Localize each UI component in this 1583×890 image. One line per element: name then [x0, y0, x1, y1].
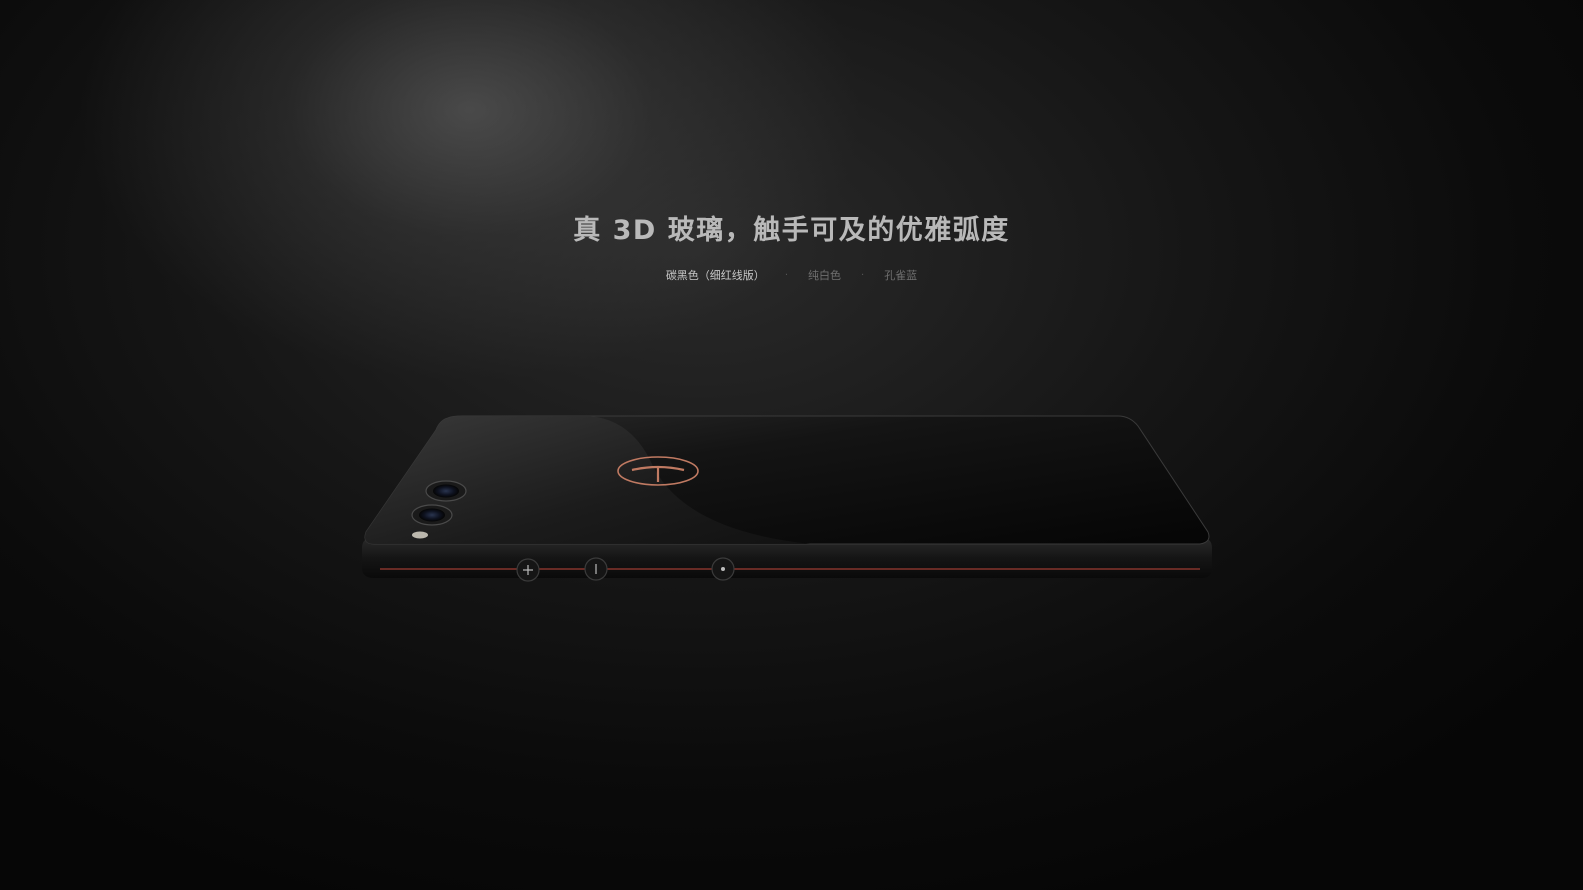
color-option-peacock-blue[interactable]: 孔雀蓝	[880, 265, 921, 285]
phone-illustration	[362, 415, 1212, 582]
headline: 真 3D 玻璃，触手可及的优雅弧度	[573, 215, 1010, 246]
volume-down-button	[584, 557, 608, 581]
color-selector: 碳黑色（细红线版） · 纯白色 · 孔雀蓝	[0, 265, 1583, 285]
phone-render	[340, 400, 1240, 600]
product-stage: 真 3D 玻璃，触手可及的优雅弧度 碳黑色（细红线版） · 纯白色 · 孔雀蓝	[0, 0, 1583, 890]
camera-flash	[412, 531, 428, 539]
separator-dot: ·	[861, 269, 865, 281]
color-option-carbon-black[interactable]: 碳黑色（细红线版）	[662, 265, 769, 285]
volume-up-button	[516, 558, 540, 582]
separator-dot: ·	[784, 269, 788, 281]
color-option-pure-white[interactable]: 纯白色	[804, 265, 845, 285]
power-button	[711, 557, 735, 581]
